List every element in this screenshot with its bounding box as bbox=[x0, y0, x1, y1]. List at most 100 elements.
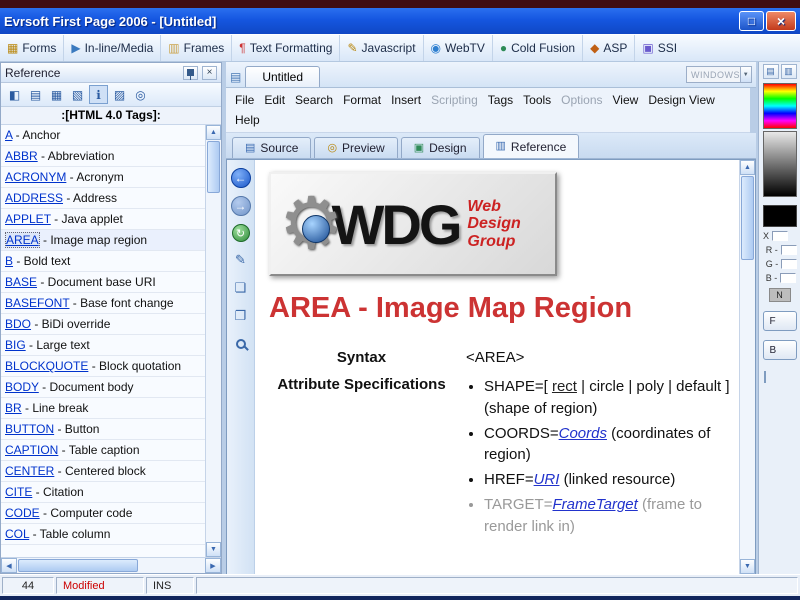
rgb-value-box[interactable] bbox=[780, 245, 797, 255]
tags-horizontal-scrollbar[interactable]: ◀ ▶ bbox=[1, 557, 221, 573]
tag-link[interactable]: B bbox=[5, 254, 13, 268]
tags-scrollbar[interactable]: ▲ ▼ bbox=[205, 125, 221, 557]
duplicate-icon[interactable]: ❐ bbox=[231, 306, 251, 326]
attribute-link[interactable]: rect bbox=[552, 378, 577, 395]
tag-list-item[interactable]: AREA - Image map region bbox=[1, 230, 205, 251]
menu-item[interactable]: File bbox=[230, 90, 259, 110]
maximize-button[interactable]: □ bbox=[739, 11, 764, 31]
n-chip[interactable]: N bbox=[768, 288, 791, 302]
tag-link[interactable]: BR bbox=[5, 401, 22, 415]
toolbar-button[interactable]: ▦ Forms bbox=[0, 35, 63, 61]
scroll-thumb[interactable] bbox=[18, 559, 138, 572]
tag-list-item[interactable]: A - Anchor bbox=[1, 125, 205, 146]
palette-icon[interactable]: ▤ bbox=[762, 64, 779, 79]
page-scrollbar[interactable]: ▲ ▼ bbox=[739, 160, 755, 574]
tag-list-item[interactable]: ABBR - Abbreviation bbox=[1, 146, 205, 167]
tag-link[interactable]: COL bbox=[5, 527, 29, 541]
menu-item[interactable]: Options bbox=[556, 90, 607, 110]
info-icon[interactable]: ℹ bbox=[89, 85, 108, 104]
rgb-value-box[interactable] bbox=[780, 273, 797, 283]
tag-list-item[interactable]: BDO - BiDi override bbox=[1, 314, 205, 335]
tag-link[interactable]: BDO bbox=[5, 317, 31, 331]
close-button[interactable]: × bbox=[766, 11, 796, 31]
document-tab[interactable]: Untitled bbox=[245, 66, 321, 87]
view-tab[interactable]: ▥ Reference bbox=[482, 134, 580, 158]
tag-list-item[interactable]: CODE - Computer code bbox=[1, 503, 205, 524]
tag-list-item[interactable]: CENTER - Centered block bbox=[1, 461, 205, 482]
attribute-link[interactable]: Coords bbox=[559, 425, 607, 442]
scroll-thumb[interactable] bbox=[207, 141, 220, 193]
color-spectrum[interactable] bbox=[762, 83, 797, 129]
tag-list-item[interactable]: APPLET - Java applet bbox=[1, 209, 205, 230]
tag-list-item[interactable]: COL - Table column bbox=[1, 524, 205, 545]
menu-item[interactable]: Tools bbox=[518, 90, 556, 110]
menu-item[interactable]: Search bbox=[290, 90, 338, 110]
menu-item[interactable]: Format bbox=[338, 90, 386, 110]
tag-list-item[interactable]: BIG - Large text bbox=[1, 335, 205, 356]
scroll-down-icon[interactable]: ▼ bbox=[206, 542, 221, 557]
tag-link[interactable]: CENTER bbox=[5, 464, 54, 478]
tag-list-item[interactable]: BR - Line break bbox=[1, 398, 205, 419]
tag-list-item[interactable]: B - Bold text bbox=[1, 251, 205, 272]
index-icon[interactable]: ▨ bbox=[110, 85, 129, 104]
tag-list-item[interactable]: ACRONYM - Acronym bbox=[1, 167, 205, 188]
refresh-icon[interactable]: ↻ bbox=[231, 224, 250, 242]
menu-item[interactable]: Insert bbox=[386, 90, 426, 110]
color-option-checkbox[interactable] bbox=[764, 371, 766, 383]
toolbar-button[interactable]: ✎ Javascript bbox=[339, 35, 422, 61]
toolbar-button[interactable]: ◆ ASP bbox=[582, 35, 634, 61]
scroll-down-icon[interactable]: ▼ bbox=[740, 559, 755, 574]
edit-icon[interactable]: ✎ bbox=[231, 250, 251, 270]
tag-link[interactable]: BASE bbox=[5, 275, 37, 289]
zoom-icon[interactable] bbox=[231, 334, 251, 354]
tag-link[interactable]: ADDRESS bbox=[5, 191, 63, 205]
pin-icon[interactable] bbox=[183, 65, 198, 80]
view-tab[interactable]: ▣ Design bbox=[400, 137, 480, 158]
attribute-link[interactable]: FrameTarget bbox=[552, 496, 637, 513]
close-panel-button[interactable]: × bbox=[202, 65, 217, 80]
toolbar-button[interactable]: ¶ Text Formatting bbox=[231, 35, 339, 61]
tag-link[interactable]: ABBR bbox=[5, 149, 38, 163]
tag-list-item[interactable]: BASE - Document base URI bbox=[1, 272, 205, 293]
toolbar-button[interactable]: ● Cold Fusion bbox=[491, 35, 582, 61]
search-icon[interactable]: ◎ bbox=[131, 85, 150, 104]
foreground-color-button[interactable]: F bbox=[762, 311, 797, 331]
scroll-thumb[interactable] bbox=[741, 176, 754, 260]
scroll-up-icon[interactable]: ▲ bbox=[740, 160, 755, 175]
menu-item[interactable]: Help bbox=[230, 110, 265, 130]
hex-value-box[interactable] bbox=[772, 231, 789, 241]
tag-link[interactable]: ACRONYM bbox=[5, 170, 66, 184]
chevron-down-icon[interactable]: ▼ bbox=[740, 67, 751, 82]
contents-icon[interactable]: ▤ bbox=[26, 85, 45, 104]
tag-list-item[interactable]: BODY - Document body bbox=[1, 377, 205, 398]
picker-icon[interactable]: ▥ bbox=[780, 64, 797, 79]
tag-link[interactable]: CODE bbox=[5, 506, 40, 520]
attribute-link[interactable]: URI bbox=[534, 471, 560, 488]
tag-list-item[interactable]: CAPTION - Table caption bbox=[1, 440, 205, 461]
tag-list-item[interactable]: CITE - Citation bbox=[1, 482, 205, 503]
tag-list-item[interactable]: BUTTON - Button bbox=[1, 419, 205, 440]
nav-left-icon[interactable]: ◧ bbox=[5, 85, 24, 104]
tag-link[interactable]: AREA bbox=[5, 232, 40, 248]
menu-item[interactable]: Edit bbox=[259, 90, 290, 110]
tag-list-item[interactable]: BASEFONT - Base font change bbox=[1, 293, 205, 314]
copy-icon[interactable]: ❏ bbox=[231, 278, 251, 298]
tag-list-item[interactable]: BLOCKQUOTE - Block quotation bbox=[1, 356, 205, 377]
view-tab[interactable]: ◎ Preview bbox=[314, 137, 398, 158]
rgb-value-box[interactable] bbox=[781, 259, 798, 269]
tag-link[interactable]: BASEFONT bbox=[5, 296, 69, 310]
tag-link[interactable]: BLOCKQUOTE bbox=[5, 359, 88, 373]
forward-icon[interactable]: → bbox=[230, 196, 251, 216]
tag-link[interactable]: BIG bbox=[5, 338, 26, 352]
scroll-right-icon[interactable]: ▶ bbox=[205, 558, 221, 573]
tag-link[interactable]: BODY bbox=[5, 380, 39, 394]
luminance-slider[interactable] bbox=[762, 131, 797, 197]
tag-link[interactable]: CAPTION bbox=[5, 443, 58, 457]
background-color-button[interactable]: B bbox=[762, 340, 797, 360]
scroll-up-icon[interactable]: ▲ bbox=[206, 125, 221, 140]
tag-link[interactable]: CITE bbox=[5, 485, 32, 499]
menu-item[interactable]: View bbox=[608, 90, 644, 110]
menu-item[interactable]: Design View bbox=[643, 90, 719, 110]
scroll-left-icon[interactable]: ◀ bbox=[1, 558, 17, 573]
toolbar-button[interactable]: ▥ Frames bbox=[160, 35, 231, 61]
